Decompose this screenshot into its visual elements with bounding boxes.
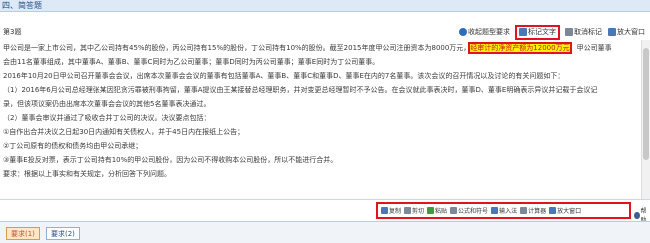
zoom-window-label: 放大窗口 <box>617 28 645 36</box>
question-toolbar: 第3题 收起题型要求 标记文字 取消标记 放大窗口 <box>0 24 650 40</box>
question-line: ③董事E投反对票，表示丁公司持有10%的甲公司股份，因为公司不得收购本公司股份，… <box>3 156 338 164</box>
help-icon <box>634 211 640 219</box>
calculator-icon <box>520 207 528 214</box>
unmark-button[interactable]: 取消标记 <box>564 27 603 38</box>
question-tools: 收起题型要求 标记文字 取消标记 放大窗口 <box>458 24 646 40</box>
cut-icon <box>404 207 412 214</box>
question-line: （2）董事会审议并通过了吸收合并丁公司的决议。决议要点包括： <box>3 114 211 122</box>
calculator-button[interactable]: 计算器 <box>520 206 546 215</box>
tab-requirement-1[interactable]: 要求(1) <box>6 227 40 240</box>
question-line: 2016年10月20日甲公司召开董事会会议，出席本次董事会会议的董事有包括董事A… <box>3 72 565 80</box>
unmark-label: 取消标记 <box>574 28 602 36</box>
question-line: （1）2016年6月公司总经理张某因犯贪污罪被刑事拘留，董事A提议由王某接替总经… <box>3 86 598 94</box>
tab-requirement-2[interactable]: 要求(2) <box>46 227 80 240</box>
sigma-icon <box>450 207 458 214</box>
question-number: 第3题 <box>3 28 22 36</box>
collapse-requirements-label: 收起题型要求 <box>468 28 510 36</box>
question-line1-post: 。甲公司董事 <box>569 44 612 52</box>
question-line1-pre: 甲公司是一家上市公司，其中乙公司持有45%的股份，丙公司持有15%的股份，丁公司… <box>3 44 471 52</box>
question-line: ②丁公司原有的债权和债务均由甲公司承继； <box>3 142 143 150</box>
zoom-window-button[interactable]: 放大窗口 <box>607 27 646 38</box>
formula-symbol-label: 公式和符号 <box>458 208 489 215</box>
mark-icon <box>519 28 527 36</box>
collapse-icon <box>459 28 467 36</box>
mark-text-button[interactable]: 标记文字 <box>515 24 560 40</box>
question-line: 要求：根据以上事实和有关规定，分析回答下列问题。 <box>3 170 171 178</box>
cut-button[interactable]: 剪切 <box>404 206 424 215</box>
highlighted-text: 经审计的净资产额为12000万元 <box>468 42 572 54</box>
divider <box>0 199 650 200</box>
question-line: ①自作出合并决议之日起30日内通知有关债权人，并于45日内在报纸上公告； <box>3 128 245 136</box>
question-line: 会由11名董事组成，其中董事A、董事B、董事C同时为乙公司董事；董事D同时为丙公… <box>3 58 380 66</box>
question-content: 甲公司是一家上市公司，其中乙公司持有45%的股份，丙公司持有15%的股份，丁公司… <box>3 41 643 189</box>
paste-button[interactable]: 粘贴 <box>427 206 447 215</box>
question-line: 甲公司是一家上市公司，其中乙公司持有45%的股份，丙公司持有15%的股份，丁公司… <box>3 41 643 55</box>
zoom-window-icon <box>549 207 557 214</box>
paste-label: 粘贴 <box>435 208 448 215</box>
copy-button[interactable]: 复制 <box>381 206 401 215</box>
input-method-label: 输入法 <box>499 208 518 215</box>
copy-icon <box>381 207 388 214</box>
zoom-answer-window-button[interactable]: 放大窗口 <box>549 206 581 215</box>
collapse-requirements-button[interactable]: 收起题型要求 <box>458 27 511 38</box>
section-header: 四、简答题 <box>0 0 650 12</box>
cut-label: 剪切 <box>412 208 425 215</box>
mark-text-label: 标记文字 <box>528 28 556 36</box>
zoom-answer-window-label: 放大窗口 <box>557 208 582 215</box>
keyboard-icon <box>491 207 499 214</box>
zoom-window-icon <box>608 28 616 36</box>
formula-symbol-button[interactable]: 公式和符号 <box>450 206 488 215</box>
answer-toolbar: 复制 剪切 粘贴 公式和符号 输入法 计算器 放大窗口 <box>376 202 631 219</box>
paste-icon <box>427 207 435 214</box>
scrollbar-thumb[interactable] <box>643 48 649 160</box>
question-line: 录，但该项议案仍由出席本次董事会会议的其他5名董事表决通过。 <box>3 100 211 108</box>
vertical-scrollbar[interactable] <box>641 40 650 200</box>
calculator-label: 计算器 <box>528 208 547 215</box>
requirement-tabs: 要求(1) 要求(2) <box>0 221 650 243</box>
input-method-button[interactable]: 输入法 <box>491 206 517 215</box>
unmark-icon <box>565 28 573 36</box>
section-title: 四、简答题 <box>2 1 42 10</box>
copy-label: 复制 <box>389 208 402 215</box>
